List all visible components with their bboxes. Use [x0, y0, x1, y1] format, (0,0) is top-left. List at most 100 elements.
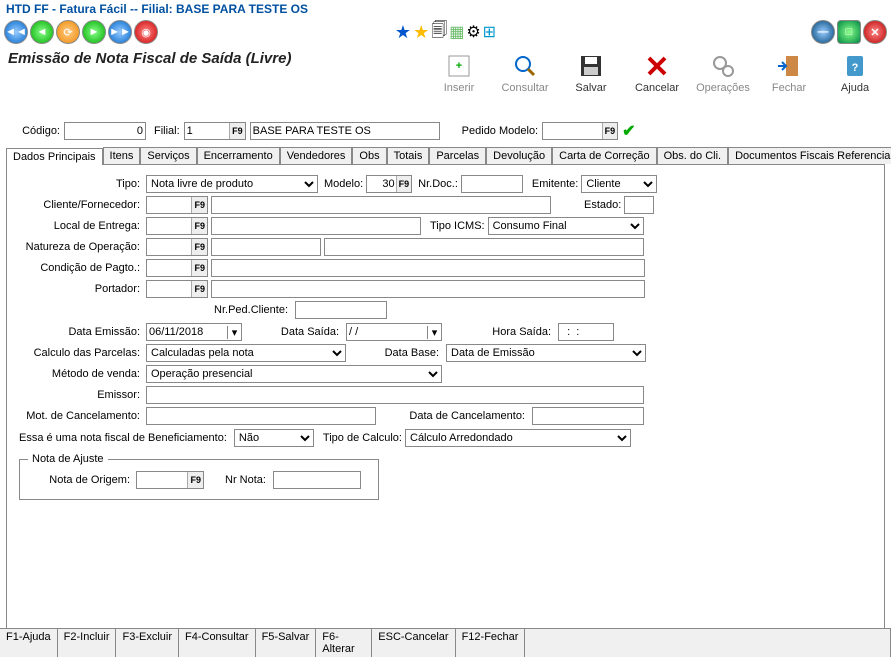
tab-parcelas[interactable]: Parcelas — [429, 147, 486, 164]
tab-servicos[interactable]: Serviços — [140, 147, 196, 164]
mot-cancelamento-input[interactable] — [146, 407, 376, 425]
f9-icon[interactable]: F9 — [191, 260, 207, 276]
minimize-icon[interactable]: — — [811, 20, 835, 44]
data-saida-input[interactable]: / /▾ — [346, 323, 442, 341]
data-base-select[interactable]: Data de Emissão — [446, 344, 646, 362]
help-icon: ? — [841, 52, 869, 80]
condicao-pagto-desc[interactable] — [211, 259, 645, 277]
tab-obs-cli[interactable]: Obs. do Cli. — [657, 147, 728, 164]
nav-refresh-icon[interactable]: ⟳ — [56, 20, 80, 44]
plus-doc-icon: + — [445, 52, 473, 80]
tab-itens[interactable]: Itens — [103, 147, 141, 164]
status-f1[interactable]: F1-Ajuda — [0, 629, 58, 657]
tab-totais[interactable]: Totais — [387, 147, 430, 164]
star-blue-icon[interactable]: ★ — [395, 22, 411, 43]
f9-icon[interactable]: F9 — [602, 123, 618, 139]
tab-dados-principais[interactable]: Dados Principais — [6, 148, 103, 165]
data-emissao-input[interactable]: 06/11/2018▾ — [146, 323, 242, 341]
gear-icon[interactable]: ⚙ — [466, 22, 480, 42]
status-f5[interactable]: F5-Salvar — [256, 629, 317, 657]
fechar-button[interactable]: Fechar — [765, 52, 813, 94]
nr-ped-cliente-input[interactable] — [295, 301, 387, 319]
status-f4[interactable]: F4-Consultar — [179, 629, 256, 657]
search-icon — [511, 52, 539, 80]
estado-label: Estado: — [584, 199, 621, 211]
modelo-input[interactable]: 30F9 — [366, 175, 412, 193]
org-icon[interactable]: ⊞ — [483, 22, 496, 42]
inserir-button[interactable]: +Inserir — [435, 52, 483, 94]
status-f3[interactable]: F3-Excluir — [116, 629, 179, 657]
status-esc[interactable]: ESC-Cancelar — [372, 629, 455, 657]
status-f2[interactable]: F2-Incluir — [58, 629, 117, 657]
nr-nota-input[interactable] — [273, 471, 361, 489]
condicao-pagto-input[interactable]: F9 — [146, 259, 208, 277]
filial-input[interactable]: 1F9 — [184, 122, 246, 140]
cliente-desc[interactable] — [211, 196, 551, 214]
star-yellow-icon[interactable]: ★ — [413, 22, 429, 43]
codigo-input[interactable]: 0 — [64, 122, 146, 140]
data-cancelamento-input[interactable] — [532, 407, 644, 425]
local-entrega-desc[interactable] — [211, 217, 421, 235]
operacoes-button[interactable]: Operações — [699, 52, 747, 94]
f9-icon[interactable]: F9 — [396, 176, 412, 192]
tab-encerramento[interactable]: Encerramento — [197, 147, 280, 164]
f9-icon[interactable]: F9 — [191, 281, 207, 297]
condicao-pagto-label: Condição de Pagto.: — [13, 262, 143, 274]
tab-devolucao[interactable]: Devolução — [486, 147, 552, 164]
f9-icon[interactable]: F9 — [191, 218, 207, 234]
tipo-select[interactable]: Nota livre de produto — [146, 175, 318, 193]
tab-carta-correcao[interactable]: Carta de Correção — [552, 147, 657, 164]
metodo-venda-select[interactable]: Operação presencial — [146, 365, 442, 383]
tab-obs[interactable]: Obs — [352, 147, 386, 164]
checkmark-icon[interactable]: ✔ — [622, 121, 635, 141]
tab-doc-fiscais[interactable]: Documentos Fiscais Referencia — [728, 147, 891, 164]
nota-origem-input[interactable]: F9 — [136, 471, 204, 489]
natureza-desc1[interactable] — [211, 238, 321, 256]
grid-icon[interactable]: ▦ — [449, 22, 464, 42]
ajuda-button[interactable]: ?Ajuda — [831, 52, 879, 94]
local-entrega-input[interactable]: F9 — [146, 217, 208, 235]
natureza-input[interactable]: F9 — [146, 238, 208, 256]
tipo-calculo-label: Tipo de Calculo: — [323, 432, 402, 444]
nav-next-icon[interactable]: ► — [82, 20, 106, 44]
natureza-desc2[interactable] — [324, 238, 644, 256]
chevron-down-icon[interactable]: ▾ — [427, 326, 441, 339]
cliente-input[interactable]: F9 — [146, 196, 208, 214]
beneficiamento-select[interactable]: Não — [234, 429, 314, 447]
portador-desc[interactable] — [211, 280, 645, 298]
close-icon[interactable]: ✕ — [863, 20, 887, 44]
portador-input[interactable]: F9 — [146, 280, 208, 298]
tab-bar: Dados Principais Itens Serviços Encerram… — [6, 147, 885, 165]
nrdoc-input[interactable] — [461, 175, 523, 193]
f9-icon[interactable]: F9 — [187, 472, 203, 488]
nr-nota-label: Nr Nota: — [225, 474, 266, 486]
tipo-icms-select[interactable]: Consumo Final — [488, 217, 644, 235]
data-emissao-label: Data Emissão: — [13, 326, 143, 338]
consultar-button[interactable]: Consultar — [501, 52, 549, 94]
status-f12[interactable]: F12-Fechar — [456, 629, 526, 657]
nav-last-icon[interactable]: ►► — [108, 20, 132, 44]
status-f6[interactable]: F6-Alterar — [316, 629, 372, 657]
hora-saida-input[interactable] — [558, 323, 614, 341]
pedido-modelo-input[interactable]: F9 — [542, 122, 618, 140]
salvar-button[interactable]: Salvar — [567, 52, 615, 94]
maximize-icon[interactable]: □ — [837, 20, 861, 44]
tab-vendedores[interactable]: Vendedores — [280, 147, 353, 164]
nav-target-icon[interactable]: ◉ — [134, 20, 158, 44]
f9-icon[interactable]: F9 — [191, 239, 207, 255]
estado-input[interactable] — [624, 196, 654, 214]
f9-icon[interactable]: F9 — [191, 197, 207, 213]
doc-icon[interactable]: 🗐 — [431, 19, 447, 46]
metodo-venda-label: Método de venda: — [13, 368, 143, 380]
cancelar-button[interactable]: Cancelar — [633, 52, 681, 94]
svg-text:?: ? — [852, 62, 859, 74]
f9-icon[interactable]: F9 — [229, 123, 245, 139]
nav-first-icon[interactable]: ◄◄ — [4, 20, 28, 44]
modelo-label: Modelo: — [324, 178, 363, 190]
calculo-parcelas-select[interactable]: Calculadas pela nota — [146, 344, 346, 362]
chevron-down-icon[interactable]: ▾ — [227, 326, 241, 339]
nav-prev-icon[interactable]: ◄ — [30, 20, 54, 44]
emissor-input[interactable] — [146, 386, 644, 404]
emitente-select[interactable]: Cliente — [581, 175, 657, 193]
tipo-calculo-select[interactable]: Cálculo Arredondado — [405, 429, 631, 447]
